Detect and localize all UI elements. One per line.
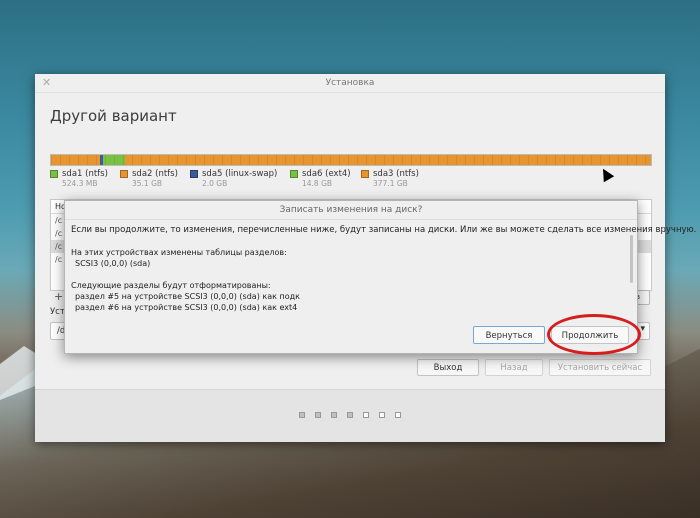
legend-name: sda6 (ext4) <box>302 169 351 179</box>
legend-swatch <box>190 170 198 178</box>
window-title: Установка <box>325 78 375 88</box>
step-dot <box>347 412 353 418</box>
progress-footer <box>35 389 665 442</box>
dialog-list-item: раздел #6 на устройстве SCSI3 (0,0,0) (s… <box>75 303 298 312</box>
legend-swatch <box>50 170 58 178</box>
dialog-scrollbar[interactable] <box>630 235 633 283</box>
step-dot <box>331 412 337 418</box>
dialog-list-item: SCSI3 (0,0,0) (sda) <box>75 259 151 268</box>
legend-size: 2.0 GB <box>202 179 228 188</box>
legend-name: sda5 (linux-swap) <box>202 169 278 179</box>
legend-name: sda3 (ntfs) <box>373 169 419 179</box>
legend-swatch <box>361 170 369 178</box>
step-dot <box>363 412 369 418</box>
bootloader-label: Уст <box>50 307 65 317</box>
dialog-section-title: Следующие разделы будут отформатированы: <box>71 281 271 290</box>
legend-swatch <box>290 170 298 178</box>
add-partition-button[interactable]: + <box>54 290 63 303</box>
back-button[interactable]: Назад <box>485 359 543 376</box>
step-dot <box>299 412 305 418</box>
dialog-title: Записать изменения на диск? <box>65 201 637 220</box>
dialog-list-item: раздел #5 на устройстве SCSI3 (0,0,0) (s… <box>75 292 300 301</box>
legend-size: 524.3 MB <box>62 179 98 188</box>
page-title: Другой вариант <box>50 107 177 125</box>
step-dot <box>379 412 385 418</box>
step-dot <box>395 412 401 418</box>
install-now-button[interactable]: Установить сейчас <box>549 359 651 376</box>
return-button[interactable]: Вернуться <box>473 326 545 344</box>
partition-bar <box>50 154 652 166</box>
highlight-annotation <box>547 314 641 355</box>
step-indicator <box>35 412 665 418</box>
legend-size: 14.8 GB <box>302 179 333 188</box>
legend-swatch <box>120 170 128 178</box>
dialog-message: Если вы продолжите, то изменения, перечи… <box>71 225 697 235</box>
legend-size: 35.1 GB <box>132 179 163 188</box>
step-dot <box>315 412 321 418</box>
legend-size: 377.1 GB <box>373 179 408 188</box>
dialog-section-title: На этих устройствах изменены таблицы раз… <box>71 248 287 257</box>
title-bar: ✕ Установка <box>35 74 665 93</box>
quit-button[interactable]: Выход <box>417 359 479 376</box>
legend-name: sda1 (ntfs) <box>62 169 108 179</box>
legend-name: sda2 (ntfs) <box>132 169 178 179</box>
chevron-down-icon: ▾ <box>640 324 645 334</box>
